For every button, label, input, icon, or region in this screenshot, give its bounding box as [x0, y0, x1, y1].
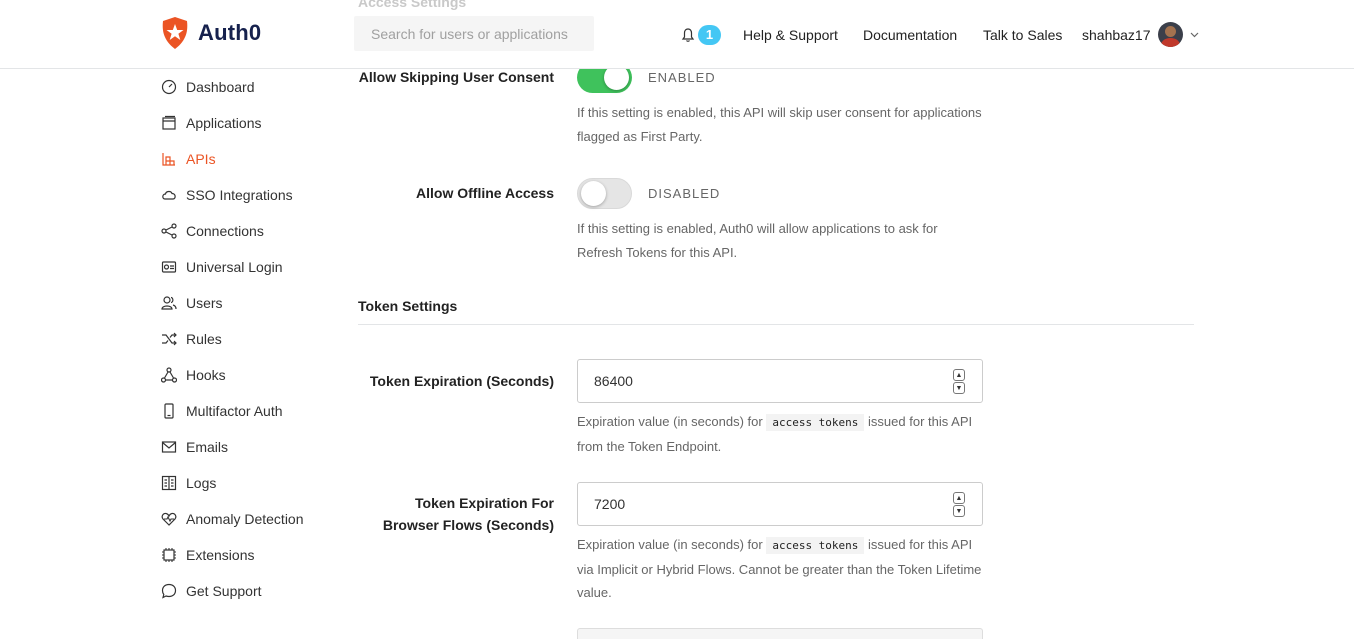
apis-icon — [160, 150, 178, 168]
chevron-down-icon — [1190, 32, 1198, 37]
username: shahbaz17 — [1082, 26, 1151, 43]
access-tokens-code: access tokens — [766, 537, 865, 554]
sidebar-item-label: Emails — [186, 439, 229, 455]
browser-expiration-field: ▲ ▼ — [577, 482, 983, 526]
sidebar-item-label: Extensions — [186, 547, 255, 563]
skip-consent-state: ENABLED — [648, 69, 716, 85]
sidebar-item-label: Multifactor Auth — [186, 403, 283, 419]
sidebar-item-get-support[interactable]: Get Support — [160, 573, 340, 609]
sidebar-item-anomaly-detection[interactable]: Anomaly Detection — [160, 501, 340, 537]
token-settings-heading: Token Settings — [358, 298, 1194, 325]
sidebar-item-label: Anomaly Detection — [186, 511, 304, 527]
number-spinner: ▲ ▼ — [953, 369, 965, 394]
universal-login-icon — [160, 258, 178, 276]
logo-text: Auth0 — [198, 20, 262, 45]
spin-down-button[interactable]: ▼ — [953, 382, 965, 394]
offline-access-state: DISABLED — [648, 185, 721, 201]
sso-icon — [160, 186, 178, 204]
token-expiration-label: Token Expiration (Seconds) — [369, 373, 554, 389]
offline-access-help: If this setting is enabled, Auth0 will a… — [577, 221, 938, 260]
sidebar-item-universal-login[interactable]: Universal Login — [160, 249, 340, 285]
sidebar-item-dashboard[interactable]: Dashboard — [160, 69, 340, 105]
sidebar-item-multifactor-auth[interactable]: Multifactor Auth — [160, 393, 340, 429]
sidebar-item-label: Dashboard — [186, 79, 255, 95]
avatar — [1157, 22, 1183, 47]
offline-access-toggle[interactable] — [577, 177, 632, 209]
sidebar-item-label: APIs — [186, 151, 216, 167]
offline-access-label: Allow Offline Access — [416, 185, 554, 201]
sidebar: Dashboard Applications APIs SSO Integrat… — [160, 69, 340, 609]
top-header: Auth0 1 Help & Support Documentation Tal… — [0, 0, 1354, 69]
sidebar-item-label: Users — [186, 295, 223, 311]
documentation-link[interactable]: Documentation — [863, 27, 957, 43]
skip-consent-help: If this setting is enabled, this API wil… — [577, 105, 982, 144]
sidebar-item-label: Applications — [186, 115, 262, 131]
sidebar-item-label: Logs — [186, 475, 217, 491]
connections-icon — [160, 222, 178, 240]
sidebar-item-applications[interactable]: Applications — [160, 105, 340, 141]
users-icon — [160, 294, 178, 312]
sidebar-item-apis[interactable]: APIs — [160, 141, 340, 177]
support-icon — [160, 582, 178, 600]
search-input[interactable] — [354, 16, 594, 51]
token-expiration-field: ▲ ▼ — [577, 359, 983, 403]
sidebar-item-rules[interactable]: Rules — [160, 321, 340, 357]
browser-expiration-input[interactable] — [578, 483, 982, 525]
help-text: Expiration value (in seconds) for — [577, 414, 763, 429]
sidebar-item-logs[interactable]: Logs — [160, 465, 340, 501]
skip-consent-label: Allow Skipping User Consent — [358, 69, 554, 85]
spin-up-button[interactable]: ▲ — [953, 369, 965, 381]
token-expiration-help: Expiration value (in seconds) for access… — [577, 410, 983, 458]
number-spinner: ▲ ▼ — [953, 492, 965, 517]
auth0-logo[interactable]: Auth0 — [160, 16, 261, 50]
sidebar-item-label: SSO Integrations — [186, 187, 293, 203]
emails-icon — [160, 438, 178, 456]
access-settings-heading: Access Settings — [358, 0, 467, 10]
sidebar-item-label: Rules — [186, 331, 222, 347]
dashboard-icon — [160, 78, 178, 96]
auth0-shield-icon — [162, 17, 188, 49]
mfa-icon — [160, 402, 178, 420]
help-text: Expiration value (in seconds) for — [577, 537, 763, 552]
access-tokens-code: access tokens — [766, 414, 865, 431]
browser-expiration-label: Token Expiration For Browser Flows (Seco… — [382, 495, 554, 533]
sidebar-item-label: Get Support — [186, 583, 262, 599]
sidebar-item-users[interactable]: Users — [160, 285, 340, 321]
toggle-knob — [581, 180, 606, 206]
bell-icon — [681, 27, 695, 42]
talk-to-sales-link[interactable]: Talk to Sales — [983, 27, 1062, 43]
applications-icon — [160, 114, 178, 132]
next-setting-input[interactable] — [577, 628, 983, 639]
spin-down-button[interactable]: ▼ — [953, 505, 965, 517]
rules-icon — [160, 330, 178, 348]
help-support-link[interactable]: Help & Support — [743, 27, 838, 43]
sidebar-item-hooks[interactable]: Hooks — [160, 357, 340, 393]
logs-icon — [160, 474, 178, 492]
sidebar-item-sso-integrations[interactable]: SSO Integrations — [160, 177, 340, 213]
notifications-button[interactable]: 1 — [680, 0, 721, 69]
token-expiration-input[interactable] — [578, 360, 982, 402]
user-menu[interactable]: shahbaz17 — [1082, 0, 1199, 69]
hooks-icon — [160, 366, 178, 384]
sidebar-item-emails[interactable]: Emails — [160, 429, 340, 465]
extensions-icon — [160, 546, 178, 564]
sidebar-item-label: Connections — [186, 223, 264, 239]
sidebar-item-label: Hooks — [186, 367, 226, 383]
anomaly-icon — [160, 510, 178, 528]
sidebar-item-extensions[interactable]: Extensions — [160, 537, 340, 573]
sidebar-item-label: Universal Login — [186, 259, 283, 275]
browser-expiration-help: Expiration value (in seconds) for access… — [577, 533, 983, 605]
notification-badge: 1 — [698, 24, 721, 45]
sidebar-item-connections[interactable]: Connections — [160, 213, 340, 249]
spin-up-button[interactable]: ▲ — [953, 492, 965, 504]
